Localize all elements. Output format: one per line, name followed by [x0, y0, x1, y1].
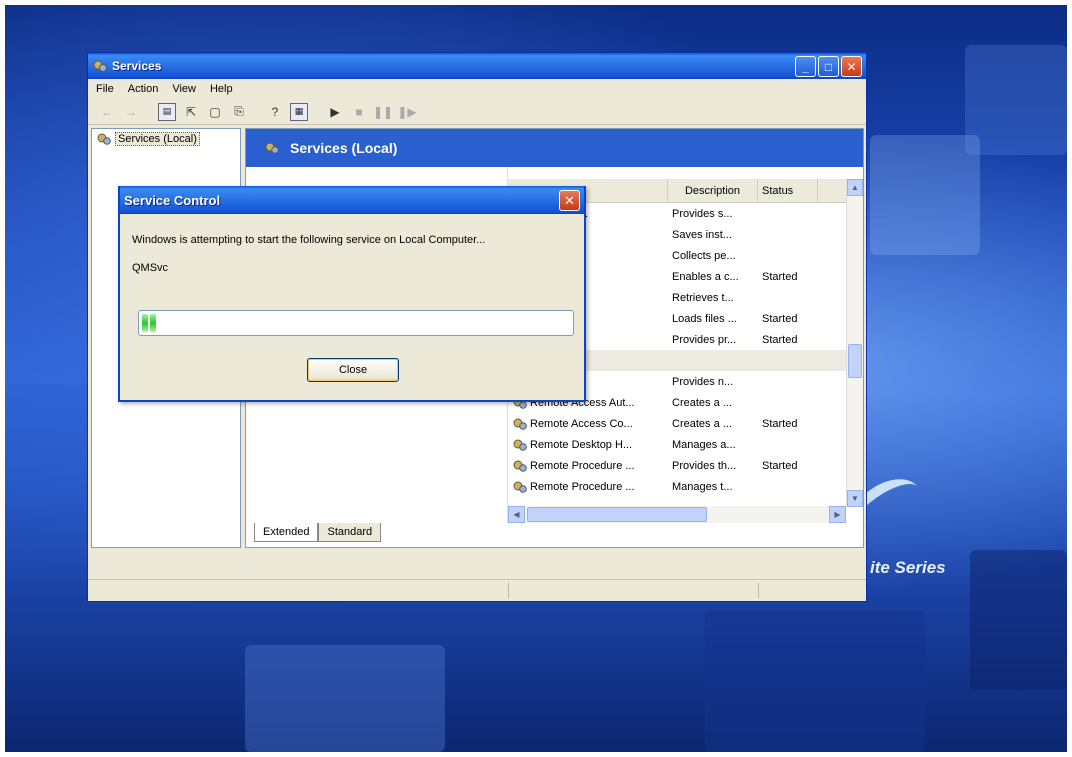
table-row[interactable]: Remote Desktop H... Manages a...: [508, 434, 846, 455]
service-description: Provides pr...: [672, 333, 737, 346]
table-row[interactable]: Remote Procedure ... Provides th... Starte…: [508, 455, 846, 476]
wallpaper-shape: [5, 385, 95, 505]
service-status: Started: [762, 417, 798, 430]
menu-file[interactable]: File: [96, 83, 114, 95]
service-description: Provides s...: [672, 207, 733, 220]
service-gear-icon: [513, 460, 527, 472]
service-description: Saves inst...: [672, 228, 732, 241]
service-description: Enables a c...: [672, 270, 739, 283]
dialog-service-name: QMSvc: [132, 262, 169, 274]
hscroll-thumb[interactable]: [527, 507, 707, 522]
export-list-icon[interactable]: ⎘: [230, 103, 248, 121]
scroll-left-icon[interactable]: ◀: [508, 506, 525, 523]
wallpaper-shape: [705, 610, 925, 752]
details-title: Services (Local): [290, 140, 398, 156]
menu-action[interactable]: Action: [128, 83, 159, 95]
pause-service-icon[interactable]: ❚❚: [373, 103, 393, 121]
status-divider: [758, 583, 759, 598]
service-status: Started: [762, 270, 798, 283]
details-header: Services (Local): [246, 129, 863, 167]
column-status[interactable]: Status: [758, 179, 818, 202]
dialog-close-icon[interactable]: ✕: [559, 190, 580, 211]
service-description: Provides th...: [672, 459, 737, 472]
wallpaper-shape: [970, 550, 1067, 690]
service-name-cell: Remote Procedure ...: [508, 480, 668, 494]
restart-service-icon[interactable]: ❚▶: [397, 103, 416, 121]
wallpaper-shape: [870, 135, 980, 255]
service-description: Creates a ...: [672, 417, 732, 430]
service-description: Manages a...: [672, 438, 736, 451]
view-tabs: Extended Standard: [254, 523, 382, 547]
back-icon[interactable]: ←: [98, 103, 116, 121]
progress-block: [142, 314, 148, 332]
menu-help[interactable]: Help: [210, 83, 233, 95]
stop-service-icon[interactable]: ■: [350, 103, 368, 121]
start-service-icon[interactable]: ▶: [326, 103, 344, 121]
maximize-button[interactable]: □: [818, 56, 839, 77]
up-level-icon[interactable]: ⇱: [182, 103, 200, 121]
services-gear-icon: [93, 60, 107, 72]
console-icon[interactable]: ▦: [290, 102, 308, 121]
help-icon[interactable]: ?: [266, 103, 284, 121]
table-row[interactable]: Remote Access Co... Creates a ... Started: [508, 413, 846, 434]
close-button[interactable]: ✕: [841, 56, 862, 77]
tab-standard[interactable]: Standard: [318, 523, 382, 542]
horizontal-scrollbar[interactable]: ◀ ▶: [508, 506, 846, 523]
menu-view[interactable]: View: [172, 83, 196, 95]
properties-icon[interactable]: ▢: [206, 103, 224, 121]
column-description[interactable]: Description: [668, 179, 758, 202]
services-gear-icon: [265, 142, 279, 154]
service-description: Manages t...: [672, 480, 733, 493]
service-status: Started: [762, 312, 798, 325]
service-name: Remote Procedure ...: [530, 480, 635, 493]
wallpaper-text: ite Series: [870, 558, 946, 577]
forward-icon[interactable]: →: [122, 103, 140, 121]
dialog-titlebar[interactable]: Service Control: [120, 186, 584, 214]
menu-bar: File Action View Help: [88, 79, 866, 99]
wallpaper-shape: [245, 645, 445, 752]
service-status: Started: [762, 333, 798, 346]
window-titlebar[interactable]: Services _ □ ✕: [88, 53, 866, 79]
service-description: Provides n...: [672, 375, 734, 388]
service-control-dialog[interactable]: Service Control ✕ Windows is attempting …: [118, 186, 586, 402]
dialog-message: Windows is attempting to start the follo…: [132, 234, 486, 246]
dialog-title: Service Control: [124, 192, 221, 208]
tree-item-services-local[interactable]: Services (Local): [92, 129, 240, 149]
service-status: Started: [762, 459, 798, 472]
service-gear-icon: [513, 439, 527, 451]
tree-item-label: Services (Local): [115, 132, 200, 146]
show-hide-tree-icon[interactable]: ▤: [158, 102, 176, 121]
scroll-up-icon[interactable]: ▲: [847, 179, 863, 196]
minimize-button[interactable]: _: [795, 56, 816, 77]
dialog-close-button[interactable]: Close: [307, 358, 399, 382]
service-gear-icon: [513, 418, 527, 430]
window-title: Services: [112, 59, 162, 73]
service-description: Collects pe...: [672, 249, 736, 262]
scroll-down-icon[interactable]: ▼: [847, 490, 863, 507]
service-name: Remote Access Co...: [530, 417, 633, 430]
service-name: Remote Desktop H...: [530, 438, 633, 451]
vertical-scrollbar[interactable]: ▲ ▼: [846, 179, 863, 507]
service-gear-icon: [513, 481, 527, 493]
service-name-cell: Remote Procedure ...: [508, 459, 668, 473]
toolbar: ← → ▤ ⇱ ▢ ⎘ ? ▦ ▶ ■ ❚❚ ❚▶: [88, 99, 866, 125]
service-description: Creates a ...: [672, 396, 732, 409]
start-progress-bar: [138, 310, 574, 336]
scroll-right-icon[interactable]: ▶: [829, 506, 846, 523]
service-description: Loads files ...: [672, 312, 737, 325]
status-divider: [508, 583, 509, 598]
scroll-thumb[interactable]: [848, 344, 862, 378]
progress-block: [150, 314, 156, 332]
service-name-cell: Remote Desktop H...: [508, 438, 668, 452]
services-gear-icon: [97, 133, 111, 145]
service-name: Remote Procedure ...: [530, 459, 635, 472]
table-row[interactable]: Remote Procedure ... Manages t...: [508, 476, 846, 497]
service-name-cell: Remote Access Co...: [508, 417, 668, 431]
wallpaper-shape: [965, 45, 1067, 155]
service-description: Retrieves t...: [672, 291, 734, 304]
status-bar: [88, 579, 866, 601]
tab-extended[interactable]: Extended: [254, 523, 319, 542]
